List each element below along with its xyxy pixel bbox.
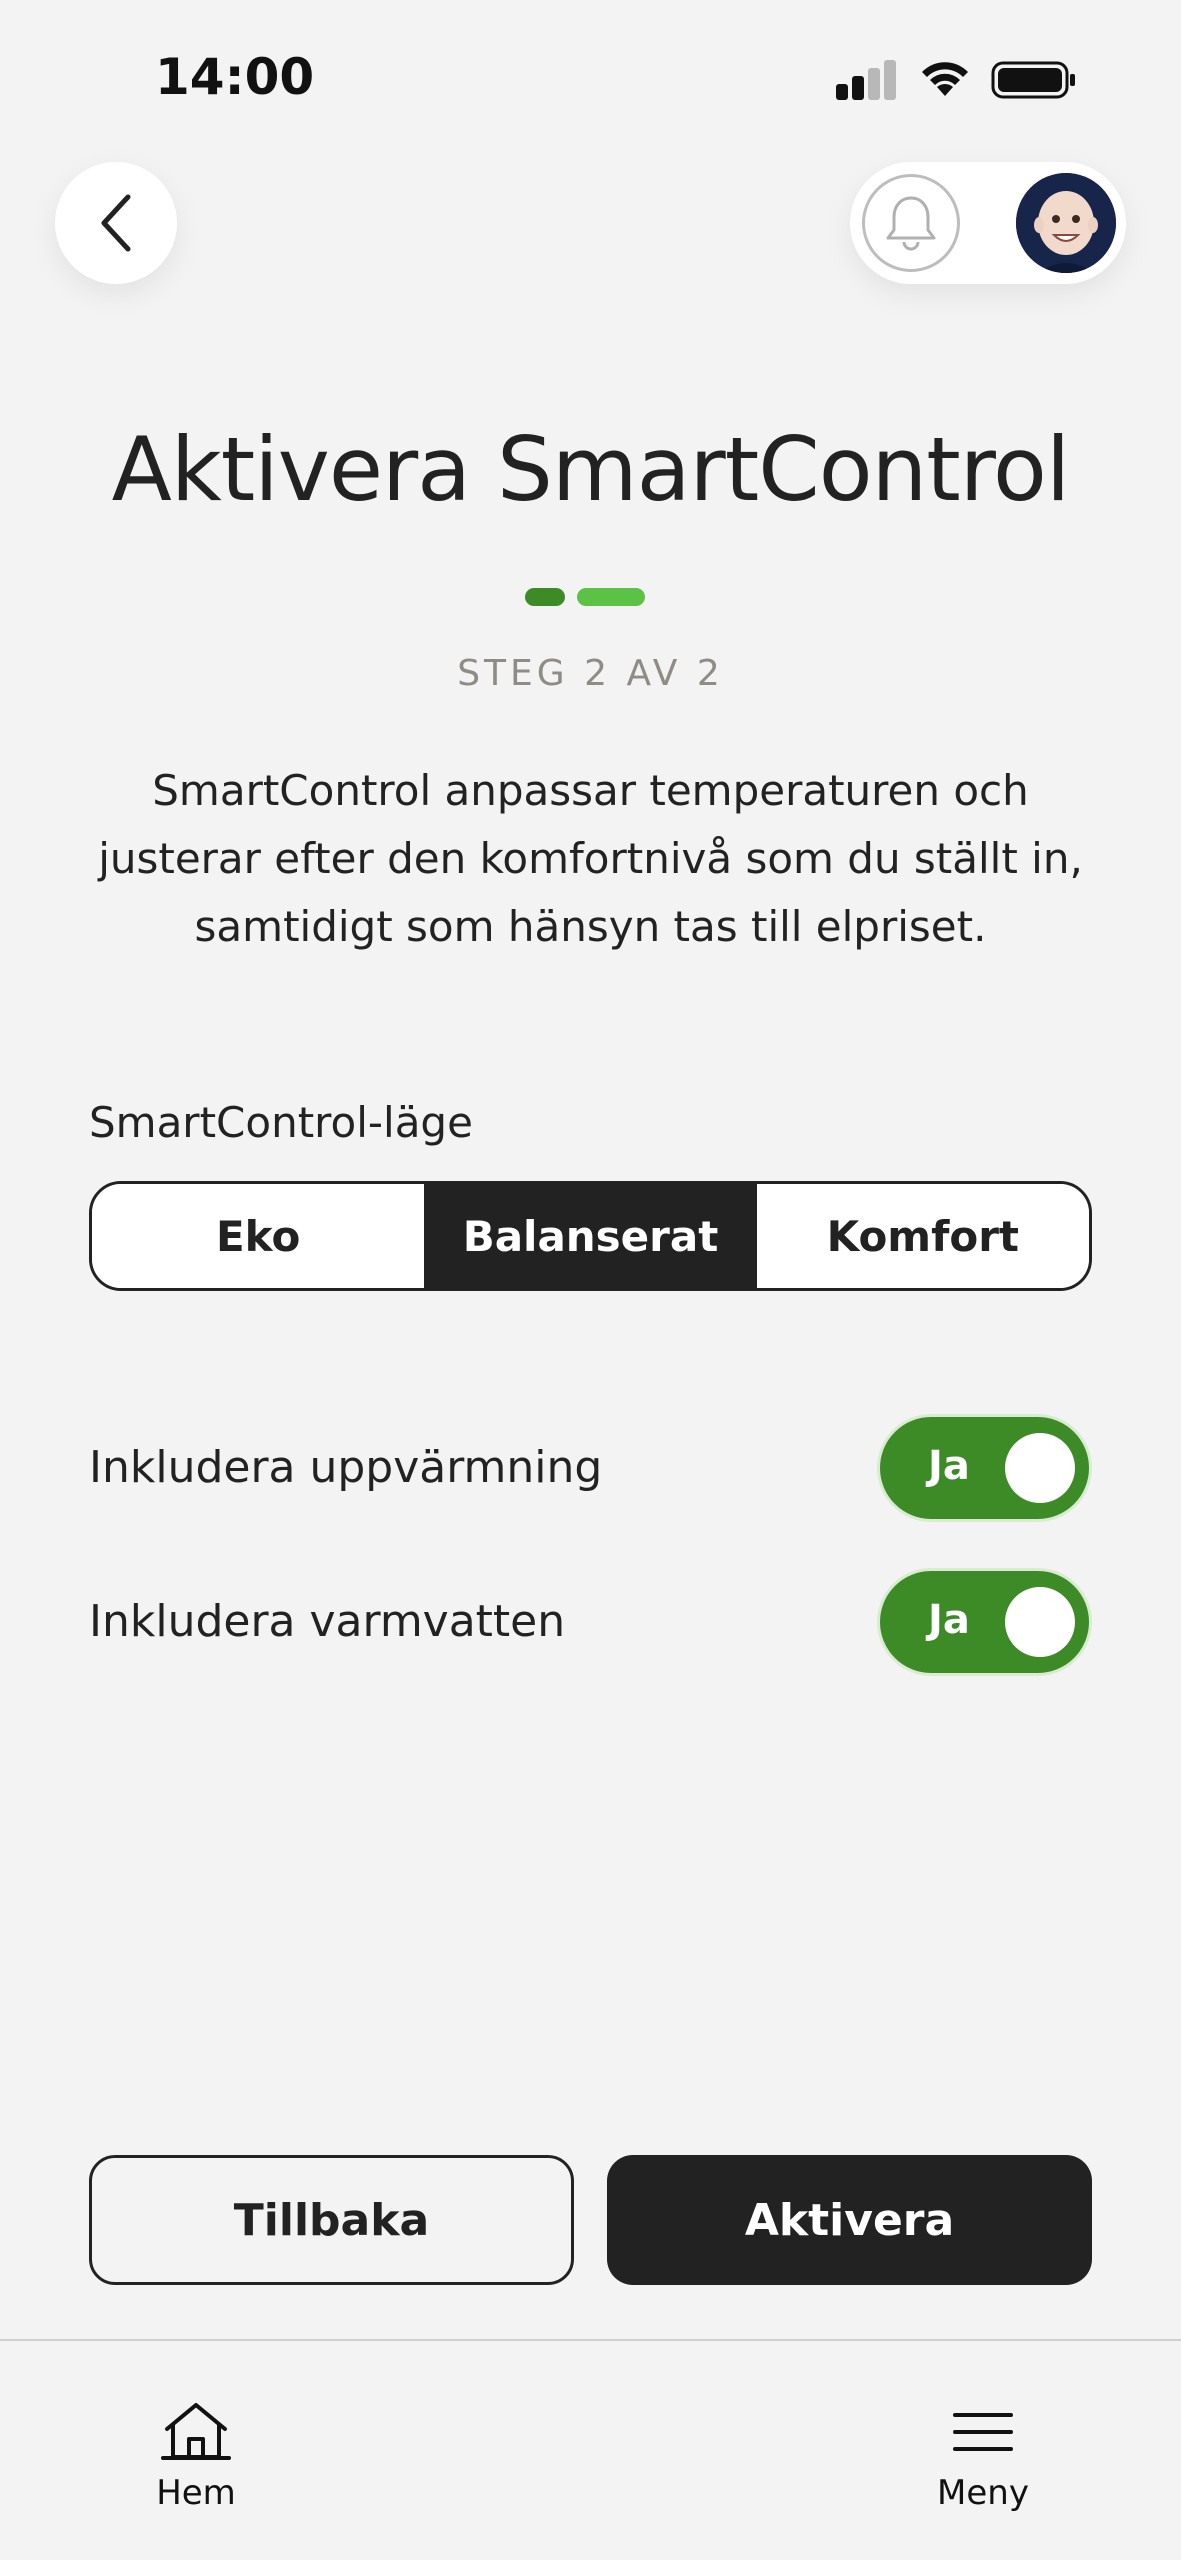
mode-segmented-control: Eko Balanserat Komfort xyxy=(89,1181,1092,1291)
toggle-knob xyxy=(1005,1433,1075,1503)
step-dot-2 xyxy=(577,588,645,606)
nav-label-home: Hem xyxy=(156,2473,236,2513)
toggle-hot-water-value: Ja xyxy=(928,1597,970,1643)
chevron-left-icon xyxy=(101,194,131,252)
bottom-navigation: Hem Meny xyxy=(0,2339,1181,2560)
activate-button[interactable]: Aktivera xyxy=(607,2155,1092,2285)
nav-label-menu: Meny xyxy=(937,2473,1029,2513)
step-progress xyxy=(525,588,645,608)
toggle-hot-water[interactable]: Ja xyxy=(877,1568,1092,1676)
header-actions xyxy=(850,162,1126,284)
mode-option-komfort[interactable]: Komfort xyxy=(756,1184,1089,1288)
toggle-knob xyxy=(1005,1587,1075,1657)
battery-icon xyxy=(991,61,1075,99)
profile-avatar[interactable] xyxy=(1016,173,1116,273)
step-dot-1 xyxy=(525,588,565,606)
toggle-label-heating: Inkludera uppvärmning xyxy=(89,1442,603,1493)
hamburger-menu-icon xyxy=(953,2413,1013,2451)
memoji-avatar-icon xyxy=(1016,173,1116,273)
wifi-icon xyxy=(922,62,968,96)
cellular-signal-icon xyxy=(836,60,898,100)
nav-item-home[interactable]: Hem xyxy=(116,2401,276,2513)
back-button[interactable] xyxy=(55,162,177,284)
description: SmartControl anpassar temperaturen och j… xyxy=(98,766,1083,951)
bell-icon xyxy=(886,196,936,251)
status-bar: 14:00 xyxy=(0,0,1181,160)
step-indicator: STEG 2 AV 2 xyxy=(457,653,724,694)
mode-label: SmartControl-läge xyxy=(89,1098,473,1147)
toggle-heating-value: Ja xyxy=(928,1443,970,1489)
mode-option-eko[interactable]: Eko xyxy=(92,1184,425,1288)
back-step-button[interactable]: Tillbaka xyxy=(89,2155,574,2285)
notifications-button[interactable] xyxy=(862,174,960,272)
toggle-label-hot-water: Inkludera varmvatten xyxy=(89,1596,566,1647)
page-title: Aktivera SmartControl xyxy=(111,418,1071,521)
toggle-row-hot-water: Inkludera varmvatten Ja xyxy=(89,1568,1092,1678)
nav-item-menu[interactable]: Meny xyxy=(903,2401,1063,2513)
mode-option-balanserat[interactable]: Balanserat xyxy=(424,1184,757,1288)
status-time: 14:00 xyxy=(155,48,315,106)
toggle-row-heating: Inkludera uppvärmning Ja xyxy=(89,1414,1092,1524)
toggle-heating[interactable]: Ja xyxy=(877,1414,1092,1522)
home-icon xyxy=(161,2403,231,2460)
